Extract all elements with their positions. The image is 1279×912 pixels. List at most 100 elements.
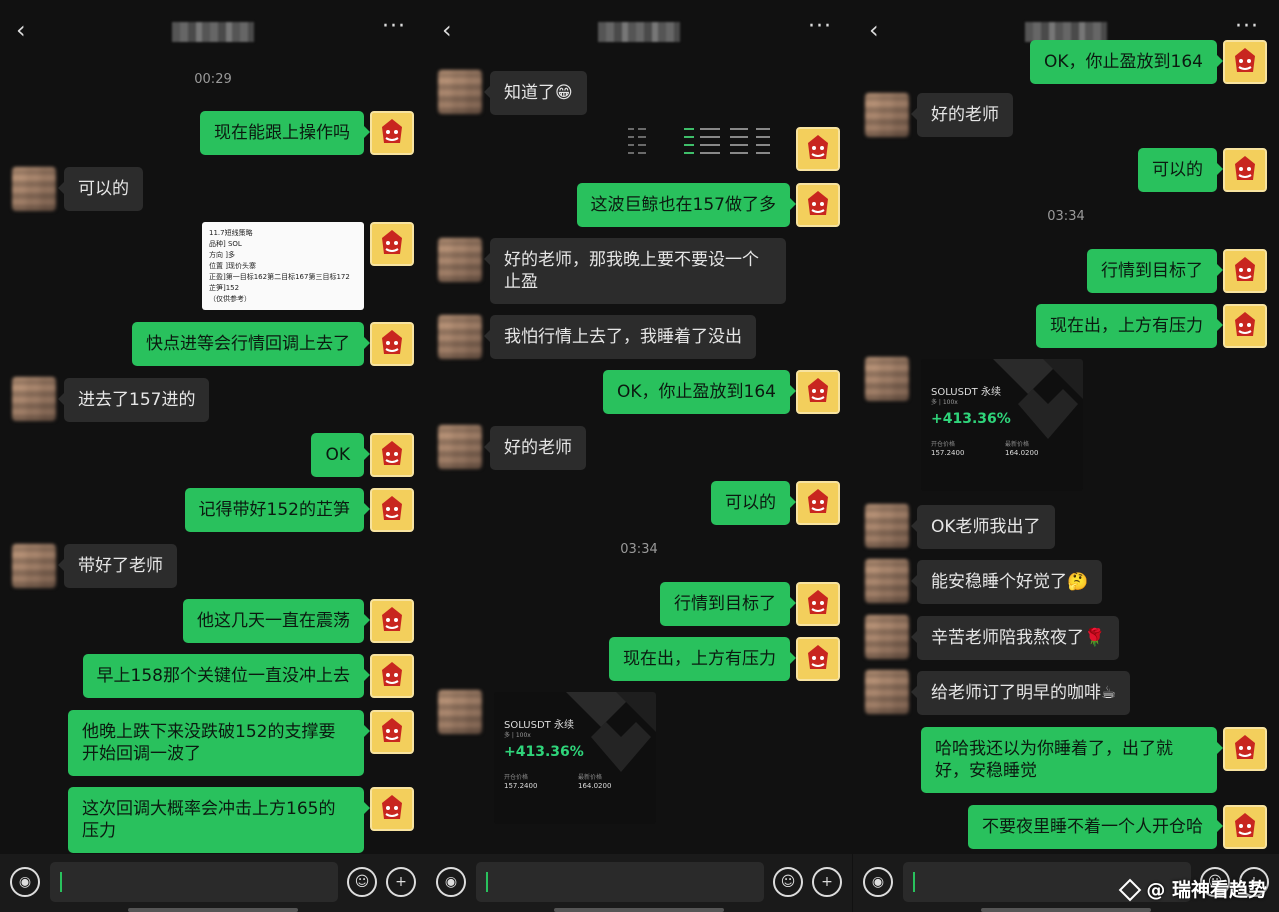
note-line: 正盈]第一目标162第二目标167第三目标172 [209, 273, 350, 281]
emoji-icon[interactable]: ☺ [773, 867, 803, 897]
my-avatar[interactable] [796, 370, 840, 414]
my-avatar[interactable] [370, 222, 414, 266]
message-bubble[interactable]: 可以的 [1138, 148, 1223, 192]
chat-header: ‹ ··· [426, 0, 852, 62]
back-icon[interactable]: ‹ [442, 18, 452, 42]
message-bubble[interactable]: 进去了157进的 [57, 378, 210, 422]
message-bubble[interactable]: 记得带好152的芷笋 [184, 488, 371, 532]
message-bubble[interactable]: 不要夜里睡不着一个人开仓哈 [968, 805, 1223, 849]
message-bubble[interactable]: 知道了😁 [484, 71, 587, 115]
message-bubble[interactable]: 好的老师 [484, 426, 586, 470]
contact-avatar[interactable] [438, 690, 482, 734]
watermark-logo-icon [1119, 878, 1142, 902]
voice-icon[interactable]: ◉ [10, 867, 40, 897]
my-avatar[interactable] [370, 710, 414, 754]
message-bubble[interactable]: 给老师订了明早的咖啡☕ [910, 671, 1131, 715]
message-bubble[interactable]: 行情到目标了 [660, 582, 796, 626]
message-bubble[interactable]: 可以的 [58, 167, 143, 211]
message-input[interactable] [50, 862, 338, 902]
message-bubble[interactable]: 这次回调大概率会冲击上方165的压力 [68, 787, 370, 853]
my-avatar[interactable] [796, 183, 840, 227]
message-bubble[interactable]: 快点进等会行情回调上去了 [132, 322, 370, 366]
contact-avatar[interactable] [12, 544, 56, 588]
more-icon[interactable]: ··· [382, 14, 406, 39]
voice-icon[interactable]: ◉ [863, 867, 893, 897]
message-bubble[interactable]: 他晚上跌下来没跌破152的支撑要开始回调一波了 [68, 710, 370, 776]
message-bubble[interactable]: 可以的 [711, 481, 796, 525]
more-icon[interactable]: ··· [1235, 14, 1259, 39]
my-avatar[interactable] [796, 481, 840, 525]
my-avatar[interactable] [1223, 40, 1267, 84]
message-bubble[interactable]: 现在能跟上操作吗 [200, 111, 370, 155]
message-bubble[interactable]: 现在出，上方有压力 [609, 637, 796, 681]
message-bubble[interactable]: OK [311, 433, 370, 477]
card-symbol: SOLUSDT 永续 [504, 720, 574, 731]
my-avatar[interactable] [1223, 304, 1267, 348]
contact-avatar[interactable] [865, 559, 909, 603]
message-bubble[interactable]: 我怕行情上去了，我睡着了没出 [484, 315, 756, 359]
my-avatar[interactable] [796, 637, 840, 681]
note-line: 品种] SOL [209, 240, 242, 248]
message-bubble[interactable]: 能安稳睡个好觉了🤔 [910, 560, 1103, 604]
message-bubble[interactable]: 好的老师，那我晚上要不要设一个止盈 [484, 238, 786, 304]
back-icon[interactable]: ‹ [16, 18, 26, 42]
emoji-icon[interactable]: ☺ [347, 867, 377, 897]
message-bubble[interactable]: OK老师我出了 [911, 505, 1055, 549]
back-icon[interactable]: ‹ [869, 18, 879, 42]
my-avatar[interactable] [1223, 148, 1267, 192]
input-bar: ◉ ☺ + [426, 854, 852, 912]
my-avatar[interactable] [796, 127, 840, 171]
more-icon[interactable]: ··· [808, 14, 832, 39]
my-avatar[interactable] [1223, 249, 1267, 293]
strategy-note-image[interactable]: 11.7短线策略 品种] SOL 方向 ]多 位置 ]现价头寨 正盈]第一目标1… [202, 222, 364, 310]
my-avatar[interactable] [1223, 727, 1267, 771]
my-avatar[interactable] [370, 111, 414, 155]
message-bubble[interactable]: OK，你止盈放到164 [1030, 40, 1223, 84]
contact-avatar[interactable] [12, 377, 56, 421]
contact-avatar[interactable] [865, 93, 909, 137]
my-avatar[interactable] [370, 433, 414, 477]
message-bubble[interactable]: 现在出，上方有压力 [1036, 304, 1223, 348]
my-avatar[interactable] [370, 599, 414, 643]
message-bubble[interactable]: 他这几天一直在震荡 [183, 599, 370, 643]
contact-name-blurred [1025, 22, 1107, 42]
contact-avatar[interactable] [865, 615, 909, 659]
home-indicator [981, 908, 1151, 912]
home-indicator [554, 908, 724, 912]
pnl-card-image[interactable]: SOLUSDT 永续 多 | 100x +413.36% 开仓价格 157.24… [494, 692, 656, 824]
message-bubble[interactable]: 这波巨鲸也在157做了多 [576, 183, 797, 227]
card-pnl-percent: +413.36% [504, 744, 584, 760]
message-bubble[interactable]: 带好了老师 [58, 544, 177, 588]
contact-avatar[interactable] [865, 670, 909, 714]
contact-avatar[interactable] [865, 357, 909, 401]
message-bubble[interactable]: OK，你止盈放到164 [603, 370, 796, 414]
my-avatar[interactable] [370, 654, 414, 698]
my-avatar[interactable] [796, 582, 840, 626]
text-caret [486, 872, 488, 892]
my-avatar[interactable] [370, 488, 414, 532]
my-avatar[interactable] [370, 322, 414, 366]
contact-avatar[interactable] [865, 504, 909, 548]
watermark: @ 瑞神看趋势 [1119, 875, 1267, 902]
whale-screenshot-image[interactable] [620, 120, 790, 166]
contact-avatar[interactable] [438, 425, 482, 469]
pnl-card-image[interactable]: SOLUSDT 永续 多 | 100x +413.36% 开仓价格 157.24… [921, 359, 1083, 491]
voice-icon[interactable]: ◉ [436, 867, 466, 897]
card-entry-value: 157.2400 [931, 449, 965, 457]
card-exit-label: 最新价格 [578, 774, 603, 781]
contact-avatar[interactable] [438, 315, 482, 359]
message-bubble[interactable]: 辛苦老师陪我熬夜了🌹 [910, 616, 1120, 660]
my-avatar[interactable] [1223, 805, 1267, 849]
plus-icon[interactable]: + [386, 867, 416, 897]
message-bubble[interactable]: 好的老师 [911, 93, 1013, 137]
contact-avatar[interactable] [438, 238, 482, 282]
timestamp: 03:34 [1047, 209, 1085, 224]
contact-avatar[interactable] [12, 167, 56, 211]
message-bubble[interactable]: 早上158那个关键位一直没冲上去 [82, 654, 371, 698]
message-bubble[interactable]: 哈哈我还以为你睡着了，出了就好，安稳睡觉 [921, 727, 1223, 793]
my-avatar[interactable] [370, 787, 414, 831]
message-input[interactable] [476, 862, 764, 902]
plus-icon[interactable]: + [812, 867, 842, 897]
message-bubble[interactable]: 行情到目标了 [1087, 249, 1223, 293]
contact-avatar[interactable] [438, 70, 482, 114]
